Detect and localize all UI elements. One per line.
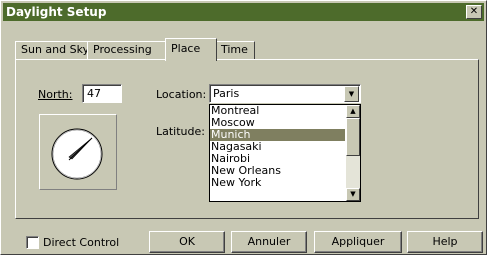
location-combobox[interactable]: Paris ▼ [209,84,361,103]
daylight-setup-window: Daylight Setup ✕ Sun and Sky Processing … [0,0,487,255]
tab-sun-and-sky[interactable]: Sun and Sky [15,41,89,60]
north-field[interactable]: 47 [82,84,122,103]
title-bar[interactable]: Daylight Setup ✕ [3,3,484,21]
north-label: North: [38,88,73,101]
list-item[interactable]: New York [210,177,345,189]
cancel-button[interactable]: Annuler [231,231,307,253]
latitude-label: Latitude: [156,125,205,138]
tab-place[interactable]: Place [165,38,217,61]
scroll-up-icon[interactable]: ▲ [346,105,360,118]
tab-time[interactable]: Time [215,41,255,60]
close-button[interactable]: ✕ [466,5,482,19]
list-scrollbar[interactable]: ▲ ▼ [346,105,360,201]
apply-button[interactable]: Appliquer [314,231,402,253]
direct-control-checkbox[interactable] [26,236,39,249]
location-combobox-value: Paris [213,87,240,100]
location-label: Location: [156,88,207,101]
place-tab-panel: North: 47 Location: Paris ▼ Latitude: Mo… [15,59,479,219]
compass-frame [39,114,117,190]
window-title: Daylight Setup [6,5,107,19]
location-dropdown-list[interactable]: Montreal Moscow Munich Nagasaki Nairobi … [209,104,361,202]
scrollbar-thumb[interactable] [346,118,360,156]
ok-button[interactable]: OK [149,231,225,253]
north-value: 47 [87,87,101,100]
direct-control-label[interactable]: Direct Control [43,236,119,249]
compass-dial-icon[interactable] [40,115,116,189]
help-button[interactable]: Help [407,231,483,253]
tab-processing[interactable]: Processing [87,41,167,60]
scroll-down-icon[interactable]: ▼ [346,188,360,201]
close-icon: ✕ [469,6,479,17]
chevron-down-icon[interactable]: ▼ [344,86,359,102]
